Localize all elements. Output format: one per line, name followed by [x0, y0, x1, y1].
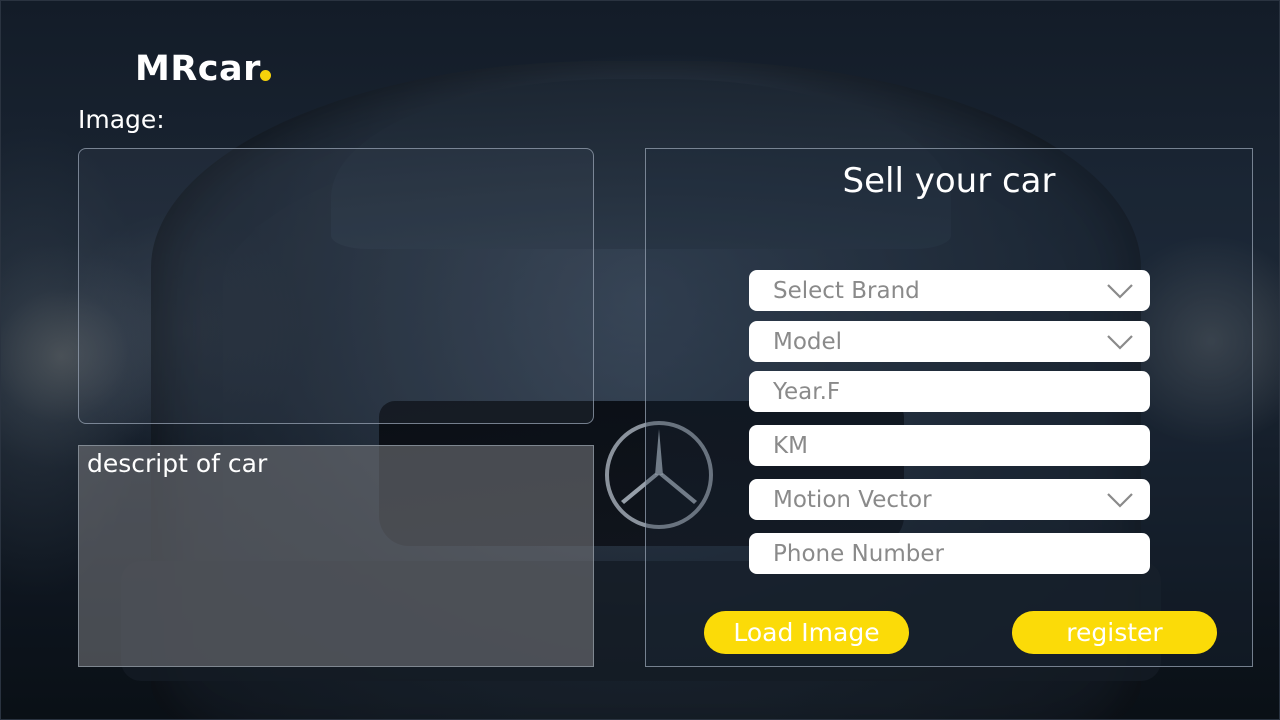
phone-number-placeholder: Phone Number — [773, 540, 944, 567]
motion-vector-placeholder: Motion Vector — [773, 486, 932, 513]
model-select-placeholder: Model — [773, 328, 843, 355]
phone-number-input[interactable]: Phone Number — [749, 533, 1150, 574]
brand-logo: MRcar — [135, 49, 261, 89]
image-preview-box — [78, 148, 594, 424]
brand-select-placeholder: Select Brand — [773, 277, 920, 304]
load-image-button[interactable]: Load Image — [704, 611, 909, 654]
model-select[interactable]: Model — [749, 321, 1150, 362]
year-input[interactable]: Year.F — [749, 371, 1150, 412]
chevron-down-icon — [1107, 283, 1133, 299]
chevron-down-icon — [1107, 334, 1133, 350]
app-window: MRcar Image: descript of car Sell your c… — [0, 0, 1280, 720]
motion-vector-select[interactable]: Motion Vector — [749, 479, 1150, 520]
register-button[interactable]: register — [1012, 611, 1217, 654]
description-textarea[interactable]: descript of car — [78, 445, 594, 667]
sell-form-panel: Sell your car Select Brand Model Year.F … — [645, 148, 1253, 667]
image-label: Image: — [78, 105, 165, 134]
logo-dot-icon — [260, 70, 271, 81]
brand-select[interactable]: Select Brand — [749, 270, 1150, 311]
km-input-placeholder: KM — [773, 432, 808, 459]
description-text: descript of car — [87, 449, 268, 478]
year-input-placeholder: Year.F — [773, 378, 841, 405]
chevron-down-icon — [1107, 492, 1133, 508]
km-input[interactable]: KM — [749, 425, 1150, 466]
form-title: Sell your car — [842, 161, 1056, 201]
